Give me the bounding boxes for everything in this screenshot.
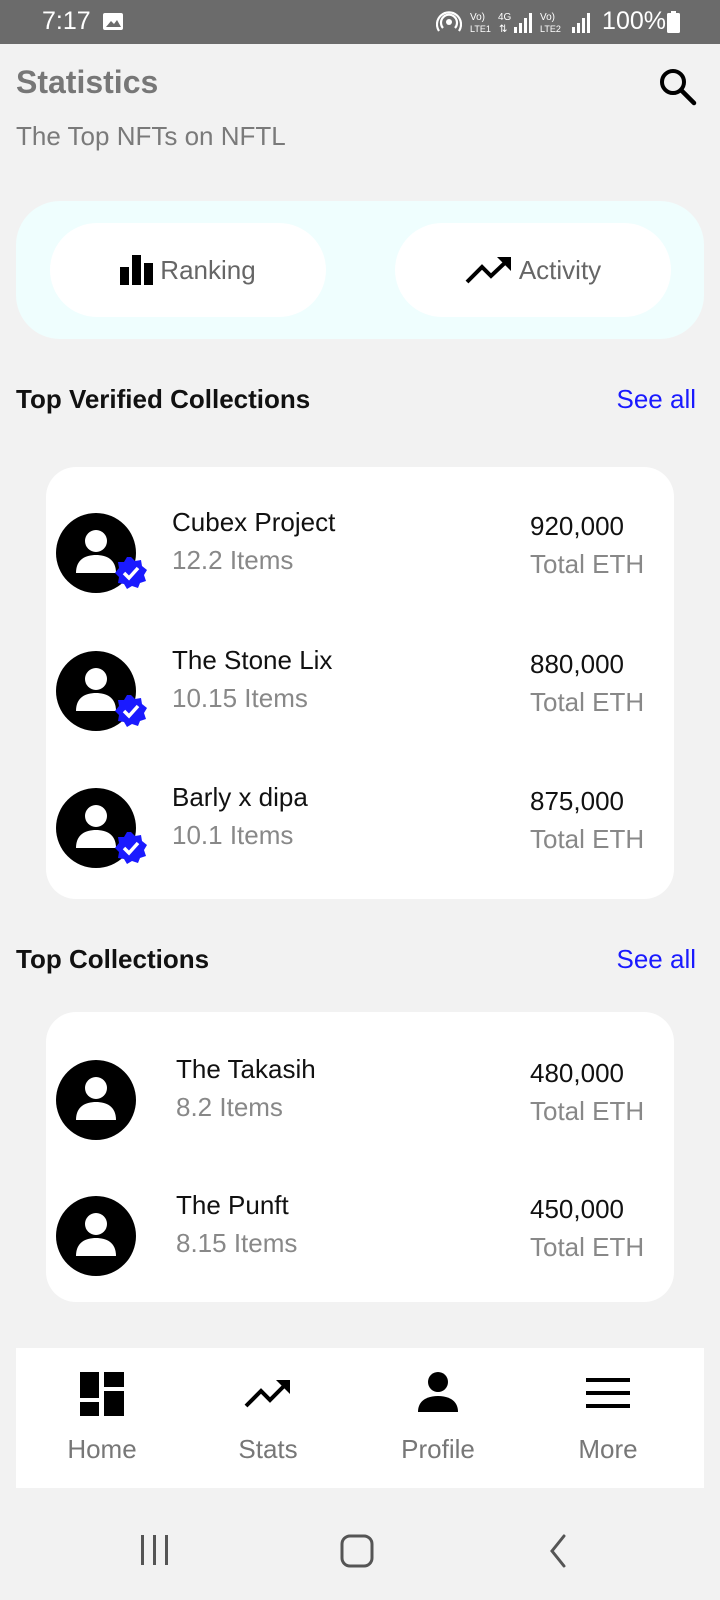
verified-badge-icon <box>115 557 147 589</box>
search-icon[interactable] <box>657 66 697 106</box>
ranking-label: Ranking <box>160 254 256 285</box>
collection-unit: Total ETH <box>530 1232 645 1262</box>
verified-section-title: Top Verified Collections <box>16 384 311 414</box>
collection-value: 480,000 <box>530 1058 624 1088</box>
stats-segment-control: Ranking Activity <box>16 201 704 339</box>
bar-chart-icon <box>120 255 154 285</box>
person-icon <box>76 530 116 573</box>
menu-icon <box>586 1378 630 1408</box>
battery-icon <box>667 11 680 33</box>
svg-text:⇅: ⇅ <box>499 24 507 35</box>
collection-name: The Takasih <box>176 1054 316 1084</box>
person-icon <box>76 1077 116 1120</box>
status-right: Vo) LTE1 4G ⇅ Vo) LTE2 100% <box>436 7 666 36</box>
collection-value: 920,000 <box>530 511 624 541</box>
home-button-icon[interactable] <box>340 1534 374 1568</box>
nav-more-label: More <box>578 1434 638 1464</box>
nav-home-label: Home <box>67 1434 137 1464</box>
trending-up-icon <box>244 1380 290 1408</box>
collection-items: 8.15 Items <box>176 1228 298 1258</box>
ranking-tab[interactable]: Ranking <box>50 223 326 317</box>
avatar <box>56 651 147 731</box>
top-see-all-link[interactable]: See all <box>617 944 697 975</box>
collection-unit: Total ETH <box>530 824 645 854</box>
system-nav-bar <box>141 1534 566 1568</box>
list-item[interactable]: The Takasih 8.2 Items 480,000 Total ETH <box>46 1050 674 1150</box>
hotspot-icon <box>436 10 463 32</box>
svg-text:Vo): Vo) <box>470 12 485 23</box>
collection-name: The Stone Lix <box>172 645 333 675</box>
collection-unit: Total ETH <box>530 549 645 579</box>
collection-items: 10.1 Items <box>172 820 294 850</box>
nav-profile[interactable]: Profile <box>352 1348 524 1488</box>
collection-unit: Total ETH <box>530 1096 645 1126</box>
person-icon <box>76 1213 116 1256</box>
avatar <box>56 513 147 593</box>
verified-badge-icon <box>115 832 147 864</box>
avatar <box>56 1060 136 1140</box>
verified-collections-card: Cubex Project 12.2 Items 920,000 Total E… <box>46 467 674 899</box>
person-icon <box>76 805 116 848</box>
svg-text:LTE2: LTE2 <box>540 24 561 34</box>
top-collections-card: The Takasih 8.2 Items 480,000 Total ETH … <box>46 1012 674 1302</box>
svg-text:Vo): Vo) <box>540 12 555 23</box>
svg-text:LTE1: LTE1 <box>470 24 491 34</box>
back-icon[interactable] <box>550 1534 566 1568</box>
recent-apps-icon[interactable] <box>141 1535 168 1565</box>
nav-profile-label: Profile <box>401 1434 475 1464</box>
collection-name: The Punft <box>176 1190 289 1220</box>
collection-name: Barly x dipa <box>172 782 308 812</box>
collection-items: 10.15 Items <box>172 683 308 713</box>
battery-percent: 100% <box>602 7 666 35</box>
page-title: Statistics <box>16 64 159 100</box>
status-time: 7:17 <box>42 7 91 35</box>
collection-value: 880,000 <box>530 649 624 679</box>
collection-name: Cubex Project <box>172 507 336 537</box>
status-bar: 7:17 Vo) LTE1 4G ⇅ Vo) LTE2 100% <box>0 0 720 44</box>
collection-items: 12.2 Items <box>172 545 294 575</box>
person-icon <box>418 1372 458 1412</box>
top-section-title: Top Collections <box>16 944 210 974</box>
nav-home[interactable]: Home <box>16 1348 188 1488</box>
svg-text:4G: 4G <box>498 12 512 23</box>
collection-unit: Total ETH <box>530 687 645 717</box>
avatar <box>56 1196 136 1276</box>
bottom-nav: Home Stats Profile More <box>16 1348 704 1488</box>
image-notification-icon <box>103 13 123 30</box>
page-subtitle: The Top NFTs on NFTL <box>16 121 286 151</box>
list-item[interactable]: Cubex Project 12.2 Items 920,000 Total E… <box>46 503 674 603</box>
nav-more[interactable]: More <box>522 1348 694 1488</box>
nav-stats-label: Stats <box>238 1434 298 1464</box>
person-icon <box>76 668 116 711</box>
signal-lte2-icon: Vo) LTE2 <box>540 12 591 34</box>
signal-lte1-icon: Vo) LTE1 4G ⇅ <box>470 12 533 35</box>
verified-see-all-link[interactable]: See all <box>617 384 697 415</box>
verified-badge-icon <box>115 695 147 727</box>
activity-tab[interactable]: Activity <box>395 223 671 317</box>
avatar <box>56 788 147 868</box>
activity-label: Activity <box>518 254 602 285</box>
nav-stats[interactable]: Stats <box>182 1348 354 1488</box>
list-item[interactable]: The Stone Lix 10.15 Items 880,000 Total … <box>46 641 674 741</box>
collection-value: 450,000 <box>530 1194 624 1224</box>
collection-value: 875,000 <box>530 786 624 816</box>
list-item[interactable]: Barly x dipa 10.1 Items 875,000 Total ET… <box>46 778 674 878</box>
collection-items: 8.2 Items <box>176 1092 283 1122</box>
list-item[interactable]: The Punft 8.15 Items 450,000 Total ETH <box>46 1186 674 1286</box>
trending-up-icon <box>465 257 511 284</box>
dashboard-icon <box>80 1372 124 1416</box>
